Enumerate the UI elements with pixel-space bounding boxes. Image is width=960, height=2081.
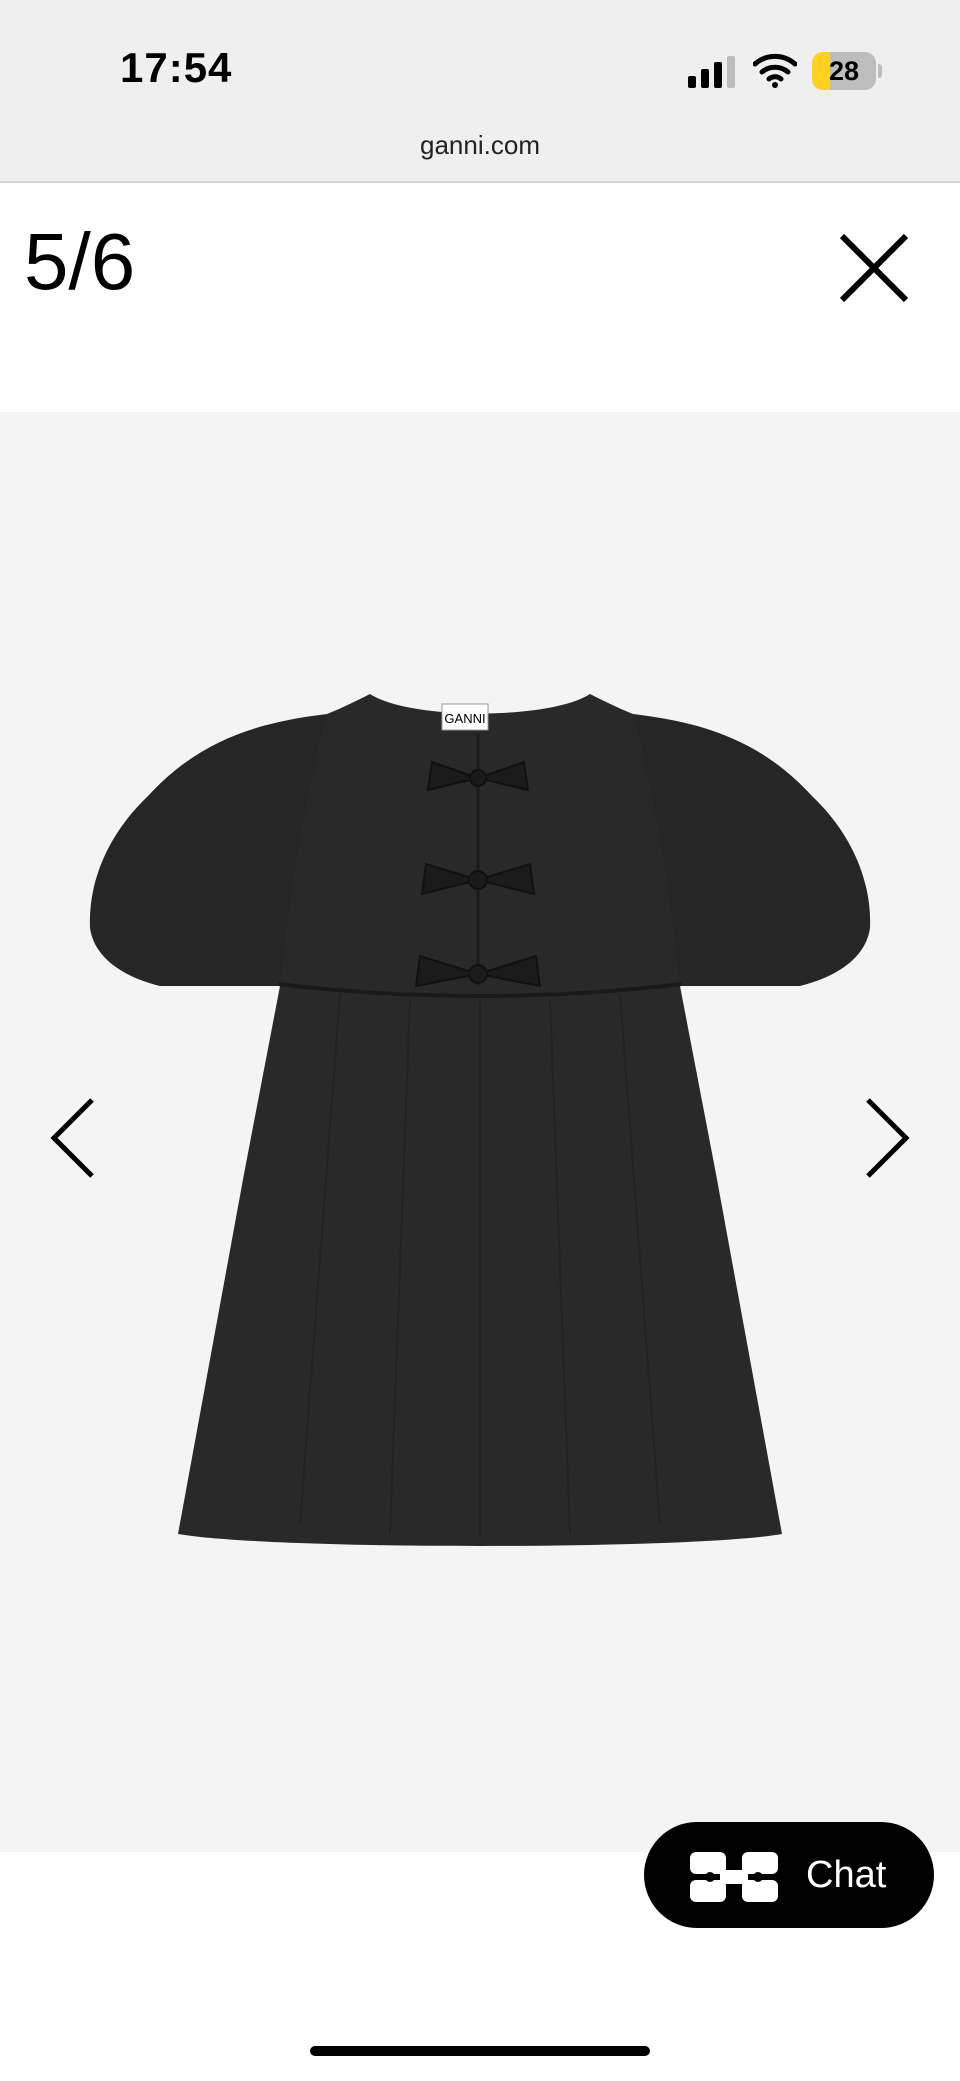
signal-icon	[688, 56, 735, 88]
battery-icon: 28	[812, 52, 882, 90]
close-icon[interactable]	[836, 230, 912, 306]
chevron-left-icon[interactable]	[48, 1096, 98, 1180]
chat-label: Chat	[806, 1854, 887, 1896]
battery-level: 28	[828, 56, 860, 86]
garment-label: GANNI	[444, 711, 485, 726]
product-image-gallery[interactable]: GANNI	[0, 412, 960, 1852]
browser-top-bar: 17:54 28 ganni.com	[0, 0, 960, 183]
product-image: GANNI	[89, 694, 871, 1546]
status-time: 17:54	[120, 44, 233, 91]
chat-button[interactable]: Chat	[644, 1822, 934, 1928]
wifi-icon	[753, 53, 797, 88]
chat-logo-icon	[690, 1852, 778, 1902]
home-indicator	[310, 2046, 650, 2056]
image-counter: 5/6	[24, 217, 136, 306]
chevron-right-icon[interactable]	[862, 1096, 912, 1180]
url-bar[interactable]: ganni.com	[0, 130, 960, 161]
